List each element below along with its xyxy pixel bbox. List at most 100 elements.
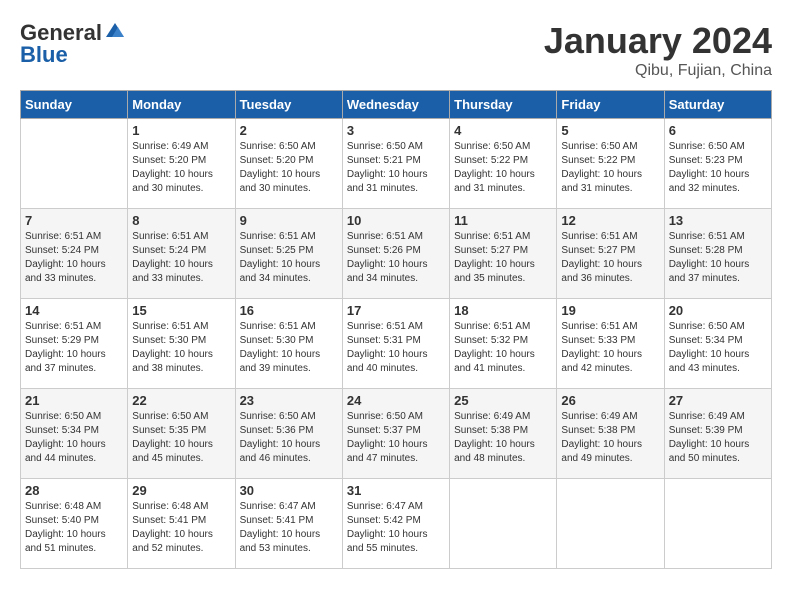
col-header-wednesday: Wednesday (342, 91, 449, 119)
calendar-cell: 25 Sunrise: 6:49 AM Sunset: 5:38 PM Dayli… (450, 389, 557, 479)
calendar-cell (664, 479, 771, 569)
calendar-cell: 4 Sunrise: 6:50 AM Sunset: 5:22 PM Daylig… (450, 119, 557, 209)
day-info: Sunrise: 6:50 AM Sunset: 5:37 PM Dayligh… (347, 410, 445, 466)
title-block: January 2024 Qibu, Fujian, China (544, 20, 772, 80)
col-header-monday: Monday (128, 91, 235, 119)
day-number: 22 (132, 393, 230, 408)
day-number: 19 (561, 303, 659, 318)
calendar-cell: 10 Sunrise: 6:51 AM Sunset: 5:26 PM Dayli… (342, 209, 449, 299)
logo-icon (104, 19, 126, 41)
day-number: 9 (240, 213, 338, 228)
day-info: Sunrise: 6:51 AM Sunset: 5:32 PM Dayligh… (454, 320, 552, 376)
day-info: Sunrise: 6:49 AM Sunset: 5:38 PM Dayligh… (454, 410, 552, 466)
day-number: 3 (347, 123, 445, 138)
calendar-cell: 31 Sunrise: 6:47 AM Sunset: 5:42 PM Dayli… (342, 479, 449, 569)
calendar-cell: 30 Sunrise: 6:47 AM Sunset: 5:41 PM Dayli… (235, 479, 342, 569)
calendar-cell: 26 Sunrise: 6:49 AM Sunset: 5:38 PM Dayli… (557, 389, 664, 479)
day-number: 26 (561, 393, 659, 408)
day-info: Sunrise: 6:51 AM Sunset: 5:24 PM Dayligh… (25, 230, 123, 286)
day-number: 10 (347, 213, 445, 228)
month-title: January 2024 (544, 20, 772, 62)
day-number: 21 (25, 393, 123, 408)
day-number: 1 (132, 123, 230, 138)
day-info: Sunrise: 6:49 AM Sunset: 5:38 PM Dayligh… (561, 410, 659, 466)
day-info: Sunrise: 6:47 AM Sunset: 5:42 PM Dayligh… (347, 500, 445, 556)
day-info: Sunrise: 6:51 AM Sunset: 5:24 PM Dayligh… (132, 230, 230, 286)
day-info: Sunrise: 6:51 AM Sunset: 5:27 PM Dayligh… (561, 230, 659, 286)
day-info: Sunrise: 6:50 AM Sunset: 5:20 PM Dayligh… (240, 140, 338, 196)
day-number: 28 (25, 483, 123, 498)
calendar-cell: 23Sunrise: 6:50 AM Sunset: 5:36 PM Dayli… (235, 389, 342, 479)
calendar-cell: 28 Sunrise: 6:48 AM Sunset: 5:40 PM Dayli… (21, 479, 128, 569)
day-info: Sunrise: 6:47 AM Sunset: 5:41 PM Dayligh… (240, 500, 338, 556)
day-info: Sunrise: 6:50 AM Sunset: 5:22 PM Dayligh… (454, 140, 552, 196)
calendar-cell: 24 Sunrise: 6:50 AM Sunset: 5:37 PM Dayli… (342, 389, 449, 479)
day-info: Sunrise: 6:49 AM Sunset: 5:20 PM Dayligh… (132, 140, 230, 196)
day-number: 8 (132, 213, 230, 228)
day-info: Sunrise: 6:51 AM Sunset: 5:31 PM Dayligh… (347, 320, 445, 376)
col-header-sunday: Sunday (21, 91, 128, 119)
day-number: 2 (240, 123, 338, 138)
day-info: Sunrise: 6:48 AM Sunset: 5:40 PM Dayligh… (25, 500, 123, 556)
day-number: 25 (454, 393, 552, 408)
calendar-cell: 2 Sunrise: 6:50 AM Sunset: 5:20 PM Daylig… (235, 119, 342, 209)
day-info: Sunrise: 6:51 AM Sunset: 5:30 PM Dayligh… (240, 320, 338, 376)
day-info: Sunrise: 6:50 AM Sunset: 5:35 PM Dayligh… (132, 410, 230, 466)
day-number: 12 (561, 213, 659, 228)
day-number: 30 (240, 483, 338, 498)
col-header-thursday: Thursday (450, 91, 557, 119)
day-info: Sunrise: 6:51 AM Sunset: 5:29 PM Dayligh… (25, 320, 123, 376)
calendar-cell: 20 Sunrise: 6:50 AM Sunset: 5:34 PM Dayli… (664, 299, 771, 389)
calendar-cell: 9 Sunrise: 6:51 AM Sunset: 5:25 PM Daylig… (235, 209, 342, 299)
page-header: General Blue January 2024 Qibu, Fujian, … (20, 20, 772, 80)
calendar-cell: 18 Sunrise: 6:51 AM Sunset: 5:32 PM Dayli… (450, 299, 557, 389)
day-info: Sunrise: 6:50 AM Sunset: 5:21 PM Dayligh… (347, 140, 445, 196)
day-number: 4 (454, 123, 552, 138)
calendar-cell: 13 Sunrise: 6:51 AM Sunset: 5:28 PM Dayli… (664, 209, 771, 299)
day-info: Sunrise: 6:51 AM Sunset: 5:25 PM Dayligh… (240, 230, 338, 286)
calendar-cell: 3 Sunrise: 6:50 AM Sunset: 5:21 PM Daylig… (342, 119, 449, 209)
day-number: 6 (669, 123, 767, 138)
col-header-saturday: Saturday (664, 91, 771, 119)
calendar-cell: 6 Sunrise: 6:50 AM Sunset: 5:23 PM Daylig… (664, 119, 771, 209)
day-number: 5 (561, 123, 659, 138)
day-number: 24 (347, 393, 445, 408)
calendar-table: SundayMondayTuesdayWednesdayThursdayFrid… (20, 90, 772, 569)
calendar-cell (21, 119, 128, 209)
day-number: 20 (669, 303, 767, 318)
calendar-cell: 16 Sunrise: 6:51 AM Sunset: 5:30 PM Dayli… (235, 299, 342, 389)
day-number: 29 (132, 483, 230, 498)
location: Qibu, Fujian, China (544, 62, 772, 80)
day-number: 18 (454, 303, 552, 318)
calendar-cell: 27 Sunrise: 6:49 AM Sunset: 5:39 PM Dayli… (664, 389, 771, 479)
calendar-cell (450, 479, 557, 569)
day-info: Sunrise: 6:51 AM Sunset: 5:30 PM Dayligh… (132, 320, 230, 376)
day-info: Sunrise: 6:50 AM Sunset: 5:34 PM Dayligh… (669, 320, 767, 376)
day-number: 7 (25, 213, 123, 228)
calendar-cell: 12 Sunrise: 6:51 AM Sunset: 5:27 PM Dayli… (557, 209, 664, 299)
day-info: Sunrise: 6:50 AM Sunset: 5:34 PM Dayligh… (25, 410, 123, 466)
day-info: Sunrise: 6:50 AM Sunset: 5:36 PM Dayligh… (240, 410, 338, 466)
day-info: Sunrise: 6:50 AM Sunset: 5:22 PM Dayligh… (561, 140, 659, 196)
calendar-cell: 17Sunrise: 6:51 AM Sunset: 5:31 PM Dayli… (342, 299, 449, 389)
calendar-cell: 5 Sunrise: 6:50 AM Sunset: 5:22 PM Daylig… (557, 119, 664, 209)
calendar-cell: 15 Sunrise: 6:51 AM Sunset: 5:30 PM Dayli… (128, 299, 235, 389)
day-number: 15 (132, 303, 230, 318)
day-info: Sunrise: 6:51 AM Sunset: 5:28 PM Dayligh… (669, 230, 767, 286)
day-number: 27 (669, 393, 767, 408)
calendar-cell: 14 Sunrise: 6:51 AM Sunset: 5:29 PM Dayli… (21, 299, 128, 389)
calendar-cell: 7 Sunrise: 6:51 AM Sunset: 5:24 PM Daylig… (21, 209, 128, 299)
day-number: 16 (240, 303, 338, 318)
day-info: Sunrise: 6:51 AM Sunset: 5:33 PM Dayligh… (561, 320, 659, 376)
col-header-friday: Friday (557, 91, 664, 119)
day-number: 14 (25, 303, 123, 318)
day-info: Sunrise: 6:50 AM Sunset: 5:23 PM Dayligh… (669, 140, 767, 196)
day-info: Sunrise: 6:48 AM Sunset: 5:41 PM Dayligh… (132, 500, 230, 556)
day-number: 13 (669, 213, 767, 228)
calendar-cell: 22 Sunrise: 6:50 AM Sunset: 5:35 PM Dayli… (128, 389, 235, 479)
day-info: Sunrise: 6:51 AM Sunset: 5:26 PM Dayligh… (347, 230, 445, 286)
day-number: 31 (347, 483, 445, 498)
calendar-cell: 19 Sunrise: 6:51 AM Sunset: 5:33 PM Dayli… (557, 299, 664, 389)
logo: General Blue (20, 20, 126, 68)
day-info: Sunrise: 6:49 AM Sunset: 5:39 PM Dayligh… (669, 410, 767, 466)
